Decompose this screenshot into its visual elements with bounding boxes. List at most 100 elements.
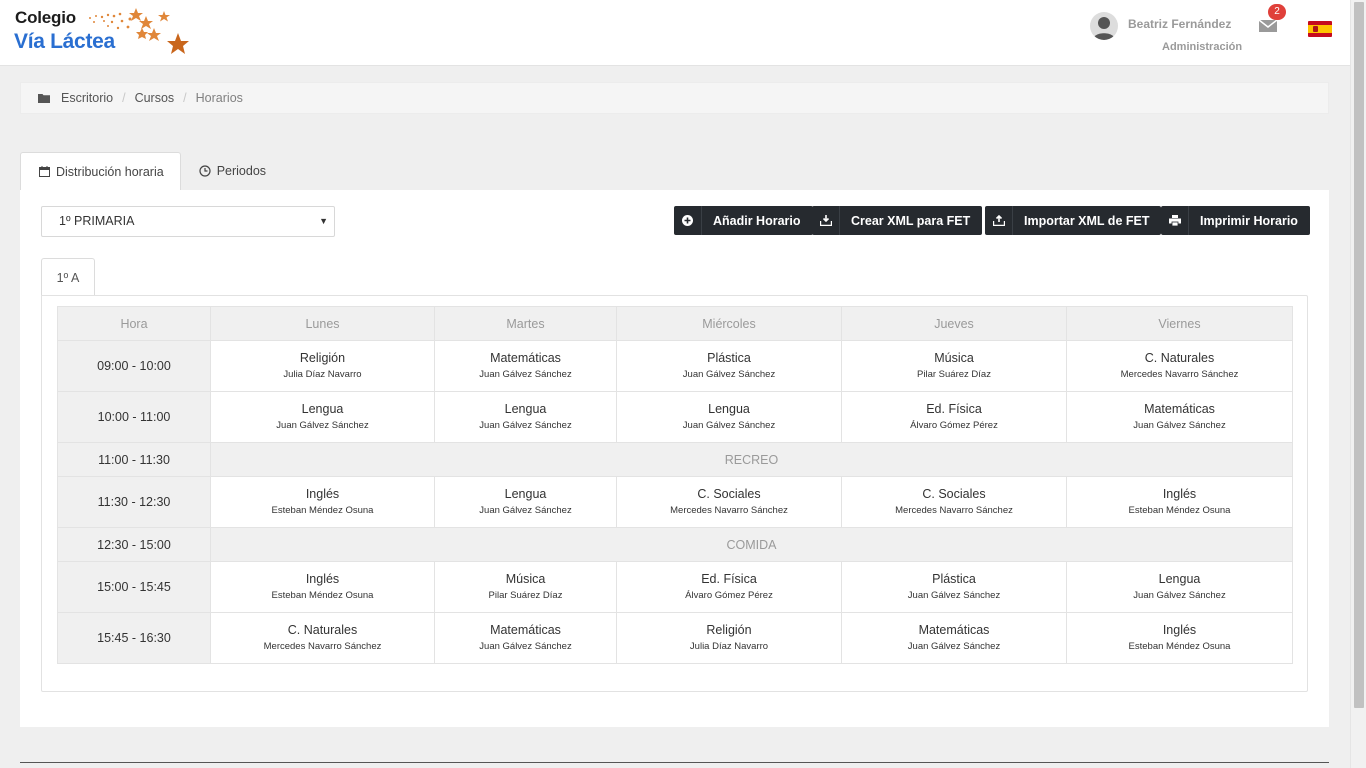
footer-divider	[20, 762, 1329, 763]
teacher-name: Mercedes Navarro Sánchez	[1120, 369, 1239, 380]
course-select[interactable]: 1º PRIMARIA ▼	[41, 206, 335, 237]
teacher-name: Juan Gálvez Sánchez	[479, 505, 572, 516]
breadcrumb-item-horarios: Horarios	[195, 91, 243, 105]
subject-name: Ed. Física	[926, 402, 982, 416]
header-martes: Martes	[434, 306, 617, 341]
lesson-cell[interactable]: Lengua Juan Gálvez Sánchez	[434, 476, 617, 528]
print-schedule-button[interactable]: Imprimir Horario	[1161, 206, 1310, 235]
table-row: 15:00 - 15:45 Inglés Esteban Méndez Osuna…	[57, 561, 1293, 613]
teacher-name: Esteban Méndez Osuna	[271, 590, 374, 601]
hour-cell: 15:45 - 16:30	[57, 612, 211, 664]
lesson-cell[interactable]: Música Pilar Suárez Díaz	[434, 561, 617, 613]
subject-name: Lengua	[708, 402, 750, 416]
breadcrumb: Escritorio / Cursos / Horarios	[20, 82, 1329, 114]
folder-icon	[38, 93, 50, 103]
lesson-cell[interactable]: Inglés Esteban Méndez Osuna	[210, 561, 435, 613]
stars-icon	[89, 8, 189, 54]
envelope-icon	[1258, 19, 1278, 32]
teacher-name: Esteban Méndez Osuna	[1128, 505, 1231, 516]
lesson-cell[interactable]: Plástica Juan Gálvez Sánchez	[841, 561, 1067, 613]
lesson-cell[interactable]: Ed. Física Álvaro Gómez Pérez	[841, 391, 1067, 443]
lesson-cell[interactable]: Ed. Física Álvaro Gómez Pérez	[616, 561, 842, 613]
page-scrollbar[interactable]	[1350, 0, 1366, 768]
caret-down-icon: ▼	[319, 216, 328, 226]
subject-name: Matemáticas	[490, 351, 561, 365]
subject-name: Lengua	[504, 402, 547, 416]
lesson-cell[interactable]: Plástica Juan Gálvez Sánchez	[616, 340, 842, 392]
lesson-cell[interactable]: Matemáticas Juan Gálvez Sánchez	[434, 340, 617, 392]
teacher-name: Juan Gálvez Sánchez	[907, 590, 1001, 601]
lesson-cell[interactable]: Religión Julia Díaz Navarro	[210, 340, 435, 392]
lesson-cell[interactable]: Lengua Juan Gálvez Sánchez	[210, 391, 435, 443]
subject-name: Matemáticas	[918, 623, 990, 637]
hour-cell: 12:30 - 15:00	[57, 527, 211, 562]
lesson-cell[interactable]: Lengua Juan Gálvez Sánchez	[434, 391, 617, 443]
teacher-name: Juan Gálvez Sánchez	[276, 420, 369, 431]
create-xml-button[interactable]: Crear XML para FET	[812, 206, 983, 235]
subject-name: Lengua	[1158, 572, 1201, 586]
teacher-name: Juan Gálvez Sánchez	[1133, 590, 1226, 601]
subject-name: Plástica	[932, 572, 976, 586]
teacher-name: Julia Díaz Navarro	[283, 369, 362, 380]
lesson-cell[interactable]: Lengua Juan Gálvez Sánchez	[1066, 561, 1293, 613]
import-xml-button[interactable]: Importar XML de FET	[985, 206, 1162, 235]
lesson-cell[interactable]: Matemáticas Juan Gálvez Sánchez	[1066, 391, 1293, 443]
subject-name: C. Naturales	[1144, 351, 1215, 365]
lesson-cell[interactable]: Lengua Juan Gálvez Sánchez	[616, 391, 842, 443]
lesson-cell[interactable]: Religión Julia Díaz Navarro	[616, 612, 842, 664]
clock-icon	[199, 165, 211, 177]
lesson-cell[interactable]: Matemáticas Juan Gálvez Sánchez	[841, 612, 1067, 664]
printer-icon	[1161, 206, 1189, 235]
main-tabs: Distribución horaria Periodos	[20, 152, 282, 190]
break-label: RECREO	[210, 442, 1293, 477]
import-xml-label: Importar XML de FET	[1024, 213, 1150, 228]
teacher-name: Mercedes Navarro Sánchez	[263, 641, 382, 652]
teacher-name: Juan Gálvez Sánchez	[1133, 420, 1226, 431]
teacher-name: Juan Gálvez Sánchez	[479, 420, 572, 431]
teacher-name: Álvaro Gómez Pérez	[910, 420, 998, 431]
lesson-cell[interactable]: C. Sociales Mercedes Navarro Sánchez	[841, 476, 1067, 528]
print-schedule-label: Imprimir Horario	[1200, 213, 1298, 228]
school-logo[interactable]: Colegio Vía Láctea	[14, 4, 204, 60]
breadcrumb-item-cursos[interactable]: Cursos	[135, 91, 175, 105]
teacher-name: Juan Gálvez Sánchez	[682, 369, 776, 380]
breadcrumb-item-escritorio[interactable]: Escritorio	[61, 91, 113, 105]
tab-distribution[interactable]: Distribución horaria	[20, 152, 181, 190]
subject-name: C. Naturales	[287, 623, 358, 637]
notification-badge: 2	[1268, 4, 1286, 20]
schedule-table: Hora Lunes Martes Miércoles Jueves Viern…	[57, 306, 1293, 664]
course-select-value: 1º PRIMARIA	[59, 214, 135, 228]
user-menu[interactable]: Beatriz Fernández Administración	[1090, 10, 1243, 60]
tab-periods[interactable]: Periodos	[181, 152, 282, 190]
lesson-cell[interactable]: Música Pilar Suárez Díaz	[841, 340, 1067, 392]
lesson-cell[interactable]: Inglés Esteban Méndez Osuna	[1066, 476, 1293, 528]
lesson-cell[interactable]: Matemáticas Juan Gálvez Sánchez	[434, 612, 617, 664]
teacher-name: Mercedes Navarro Sánchez	[895, 505, 1013, 516]
lesson-cell[interactable]: Inglés Esteban Méndez Osuna	[1066, 612, 1293, 664]
teacher-name: Juan Gálvez Sánchez	[682, 420, 776, 431]
lesson-cell[interactable]: C. Sociales Mercedes Navarro Sánchez	[616, 476, 842, 528]
lesson-cell[interactable]: Inglés Esteban Méndez Osuna	[210, 476, 435, 528]
spain-flag-icon[interactable]	[1308, 21, 1332, 37]
header-hora: Hora	[57, 306, 211, 341]
top-header: Colegio Vía Láctea Beatriz Fernández Adm…	[0, 0, 1350, 66]
table-row: 10:00 - 11:00 Lengua Juan Gálvez Sánchez …	[57, 391, 1293, 443]
user-name: Beatriz Fernández	[1128, 17, 1232, 31]
breadcrumb-separator: /	[183, 91, 187, 105]
messages-button[interactable]	[1258, 18, 1280, 36]
lesson-cell[interactable]: C. Naturales Mercedes Navarro Sánchez	[210, 612, 435, 664]
teacher-name: Juan Gálvez Sánchez	[479, 641, 572, 652]
teacher-name: Esteban Méndez Osuna	[1128, 641, 1231, 652]
tab-group-1a[interactable]: 1º A	[41, 258, 95, 296]
teacher-name: Juan Gálvez Sánchez	[907, 641, 1001, 652]
plus-circle-icon	[674, 206, 702, 235]
subject-name: Música	[934, 351, 974, 365]
subject-name: Religión	[299, 351, 346, 365]
subject-name: Plástica	[707, 351, 751, 365]
hour-cell: 10:00 - 11:00	[57, 391, 211, 443]
logo-line-1: Colegio	[15, 8, 76, 27]
add-schedule-button[interactable]: Añadir Horario	[674, 206, 813, 235]
scrollbar-thumb[interactable]	[1354, 2, 1364, 708]
user-role: Administración	[1162, 41, 1243, 53]
lesson-cell[interactable]: C. Naturales Mercedes Navarro Sánchez	[1066, 340, 1293, 392]
